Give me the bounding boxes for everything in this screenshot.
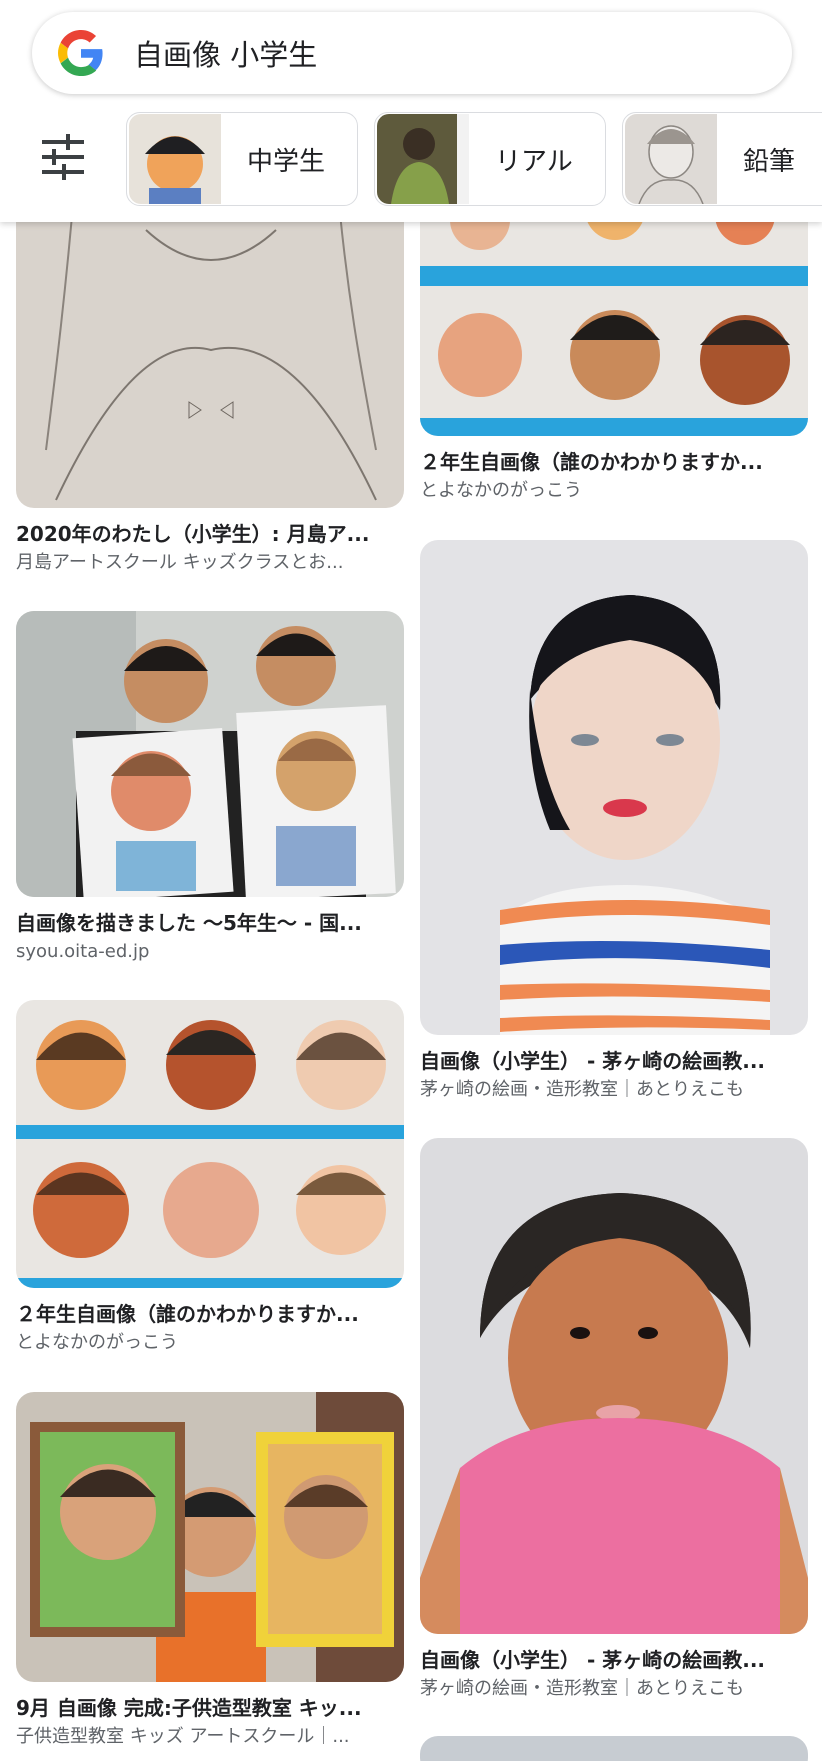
- result-title[interactable]: 2020年のわたし（小学生）: 月島ア...: [16, 520, 404, 548]
- chip-thumbnail: [625, 114, 717, 204]
- tune-sliders-icon[interactable]: [40, 134, 86, 180]
- result-title[interactable]: 9月 自画像 完成:子供造型教室 キッ...: [16, 1694, 404, 1722]
- result-card[interactable]: ２年生自画像（誰のかわかりますか... とよなかのがっこう: [16, 1000, 404, 1356]
- result-card[interactable]: 自画像（小学生） - 茅ヶ崎の絵画教... 茅ヶ崎の絵画・造形教室｜あとりえこも: [420, 1138, 808, 1702]
- result-title[interactable]: 自画像を描きました ～5年生～ - 国...: [16, 909, 404, 937]
- search-header: 自画像 小学生 中学生 リアル 鉛筆: [0, 0, 822, 222]
- image-results-grid: 2020年のわたし（小学生）: 月島ア... 月島アートスクール キッズクラスと…: [0, 0, 822, 1761]
- result-card[interactable]: 9月 自画像 完成:子供造型教室 キッ... 子供造型教室 キッズ アートスクー…: [16, 1392, 404, 1750]
- result-card[interactable]: 2020年のわたし（小学生）: 月島ア... 月島アートスクール キッズクラスと…: [16, 170, 404, 576]
- result-image[interactable]: [16, 611, 404, 897]
- result-title[interactable]: ２年生自画像（誰のかわかりますか...: [16, 1300, 404, 1328]
- result-source: syou.oita-ed.jp: [16, 941, 150, 962]
- result-source: 茅ヶ崎の絵画・造形教室｜あとりえこも: [420, 1079, 744, 1100]
- result-card[interactable]: 自画像を描きました ～5年生～ - 国... syou.oita-ed.jp: [16, 611, 404, 965]
- search-query[interactable]: 自画像 小学生: [134, 32, 317, 74]
- google-g-icon[interactable]: [58, 30, 104, 76]
- search-bar[interactable]: 自画像 小学生: [32, 12, 792, 94]
- chip-label: 鉛筆: [743, 146, 796, 177]
- result-title[interactable]: 自画像（小学生） - 茅ヶ崎の絵画教...: [420, 1047, 808, 1075]
- chip-junior-high[interactable]: 中学生: [126, 112, 358, 206]
- result-image[interactable]: [420, 1138, 808, 1634]
- result-source: 月島アートスクール キッズクラスとお...: [16, 552, 344, 573]
- result-image[interactable]: [420, 540, 808, 1035]
- result-source: とよなかのがっこう: [16, 1332, 178, 1353]
- chip-thumbnail: [377, 114, 469, 204]
- result-source: 子供造型教室 キッズ アートスクール｜...: [16, 1726, 350, 1747]
- chip-thumbnail: [129, 114, 221, 204]
- result-source: とよなかのがっこう: [420, 480, 582, 501]
- result-title[interactable]: ２年生自画像（誰のかわかりますか...: [420, 448, 808, 476]
- chip-label: リアル: [495, 146, 573, 177]
- chip-realistic[interactable]: リアル: [374, 112, 606, 206]
- result-title[interactable]: 自画像（小学生） - 茅ヶ崎の絵画教...: [420, 1646, 808, 1674]
- chip-label: 中学生: [247, 146, 326, 177]
- result-card[interactable]: [420, 1736, 808, 1761]
- result-image[interactable]: [420, 1736, 808, 1761]
- suggestion-chips: 中学生 リアル 鉛筆: [0, 112, 822, 206]
- result-card[interactable]: 自画像（小学生） - 茅ヶ崎の絵画教... 茅ヶ崎の絵画・造形教室｜あとりえこも: [420, 540, 808, 1103]
- chip-pencil[interactable]: 鉛筆: [622, 112, 822, 206]
- result-source: 茅ヶ崎の絵画・造形教室｜あとりえこも: [420, 1678, 744, 1699]
- result-image[interactable]: [16, 1392, 404, 1682]
- result-image[interactable]: [16, 1000, 404, 1288]
